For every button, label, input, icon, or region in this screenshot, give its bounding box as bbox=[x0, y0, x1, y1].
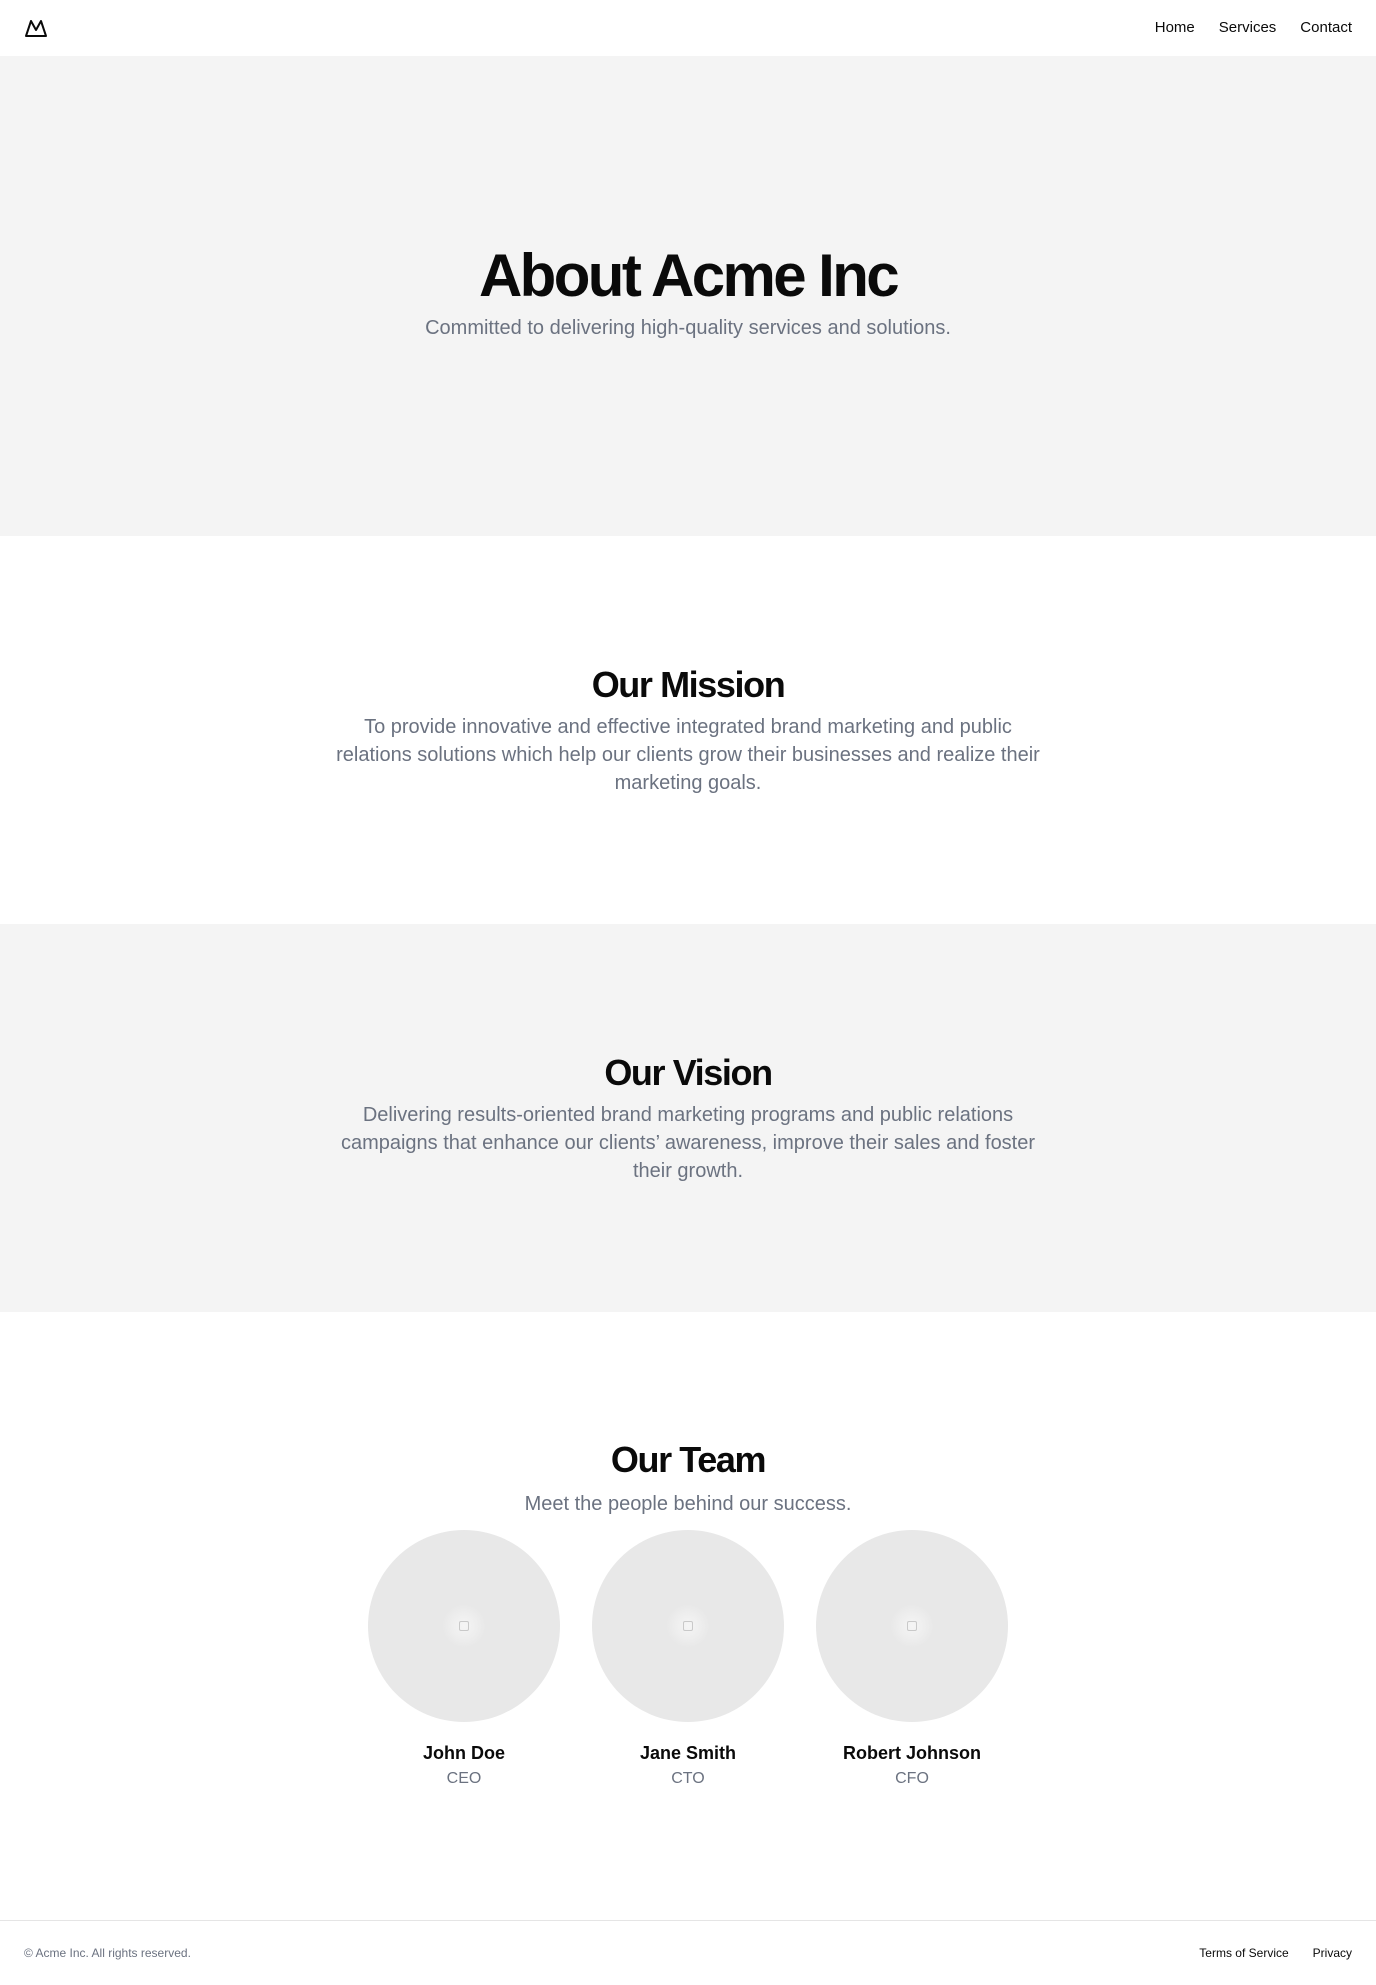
vision-title: Our Vision bbox=[604, 1052, 773, 1093]
nav-link-services[interactable]: Services bbox=[1219, 18, 1277, 38]
mission-text: To provide innovative and effective inte… bbox=[336, 716, 1040, 794]
nav-link-contact[interactable]: Contact bbox=[1300, 18, 1352, 38]
team-subtitle: Meet the people behind our success. bbox=[524, 1493, 852, 1515]
team-member-card: John Doe CEO bbox=[368, 1530, 560, 1790]
image-placeholder-icon bbox=[442, 1604, 486, 1648]
mountain-icon bbox=[25, 20, 47, 37]
copyright-text: © Acme Inc. All rights reserved. bbox=[24, 1946, 191, 1960]
footer-link-privacy[interactable]: Privacy bbox=[1313, 1946, 1352, 1960]
team-member-card: Robert Johnson CFO bbox=[816, 1530, 1008, 1790]
team-member-card: Jane Smith CTO bbox=[592, 1530, 784, 1790]
team-section: Our Team Meet the people behind our succ… bbox=[0, 1312, 1376, 1920]
hero-subtitle: Committed to delivering high-quality ser… bbox=[425, 317, 951, 339]
avatar bbox=[368, 1530, 560, 1722]
footer-links: Terms of Service Privacy bbox=[1199, 1946, 1352, 1960]
member-role: CEO bbox=[446, 1770, 482, 1787]
avatar bbox=[816, 1530, 1008, 1722]
team-members: John Doe CEO Jane Smith CTO Robert Johns… bbox=[368, 1530, 1008, 1790]
nav-link-home[interactable]: Home bbox=[1155, 18, 1195, 38]
site-footer: © Acme Inc. All rights reserved. Terms o… bbox=[0, 1920, 1376, 1985]
vision-section: Our Vision Delivering results-oriented b… bbox=[0, 924, 1376, 1312]
avatar bbox=[592, 1530, 784, 1722]
site-header: Home Services Contact bbox=[0, 0, 1376, 56]
member-role: CTO bbox=[671, 1770, 705, 1787]
team-title: Our Team bbox=[610, 1439, 767, 1480]
main-nav: Home Services Contact bbox=[1155, 18, 1352, 38]
mission-title: Our Mission bbox=[591, 664, 786, 705]
member-name: Robert Johnson bbox=[843, 1743, 981, 1763]
hero-title: About Acme Inc bbox=[478, 242, 900, 309]
vision-text: Delivering results-oriented brand market… bbox=[340, 1104, 1036, 1182]
hero-section: About Acme Inc Committed to delivering h… bbox=[0, 56, 1376, 536]
logo-link[interactable] bbox=[24, 16, 48, 40]
mission-section: Our Mission To provide innovative and ef… bbox=[0, 536, 1376, 924]
image-placeholder-icon bbox=[666, 1604, 710, 1648]
image-placeholder-icon bbox=[890, 1604, 934, 1648]
footer-link-terms[interactable]: Terms of Service bbox=[1199, 1946, 1288, 1960]
member-name: Jane Smith bbox=[639, 1743, 737, 1763]
member-role: CFO bbox=[895, 1770, 929, 1787]
member-name: John Doe bbox=[422, 1743, 505, 1763]
